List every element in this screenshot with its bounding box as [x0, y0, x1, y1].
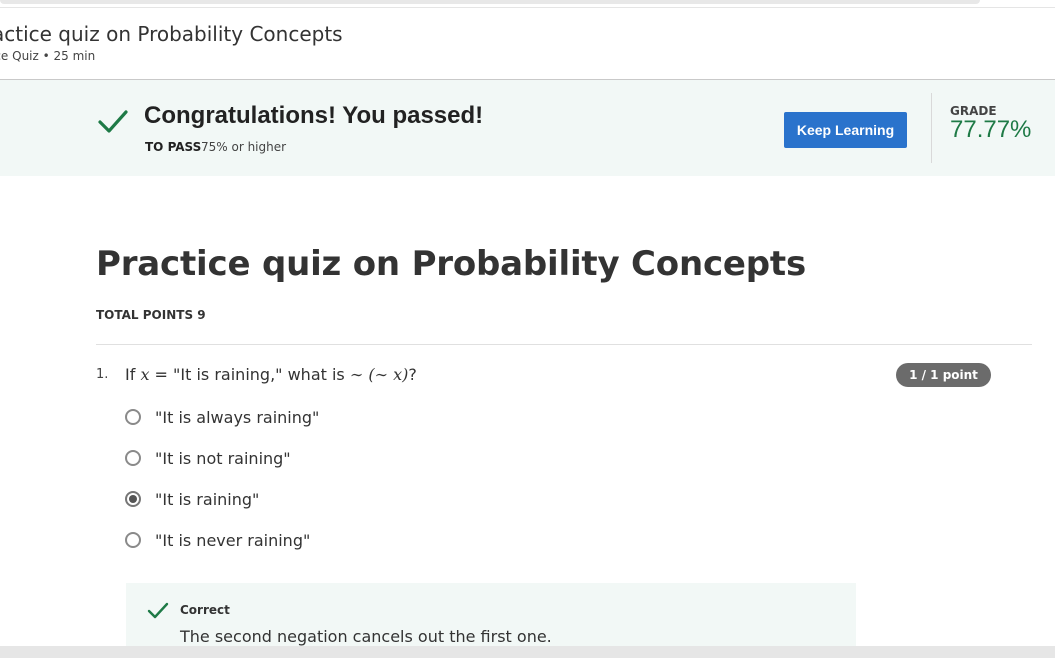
banner-title: Congratulations! You passed!: [144, 102, 484, 129]
question-text-suffix: ?: [408, 365, 417, 384]
horizontal-scrollbar[interactable]: [0, 646, 1055, 658]
points-badge: 1 / 1 point: [896, 363, 991, 387]
page-header: actice quiz on Probability Concepts ice …: [0, 8, 1055, 80]
radio-icon[interactable]: [125, 450, 141, 466]
answer-option-label: "It is not raining": [155, 449, 291, 468]
answer-option-label: "It is always raining": [155, 408, 320, 427]
answer-option-label: "It is raining": [155, 490, 260, 509]
radio-icon[interactable]: [125, 532, 141, 548]
radio-icon[interactable]: [125, 409, 141, 425]
question-text-mid: = "It is raining," what is: [149, 365, 350, 384]
feedback-label: Correct: [180, 603, 230, 617]
header-subtitle: ice Quiz • 25 min: [0, 49, 96, 63]
feedback-text: The second negation cancels out the firs…: [180, 627, 552, 646]
question-math-expr: ∼ (∼ x): [349, 365, 409, 384]
question-text-prefix: If: [125, 365, 141, 384]
total-points: TOTAL POINTS 9: [96, 308, 206, 322]
to-pass-value: 75% or higher: [201, 140, 287, 154]
quiz-title: Practice quiz on Probability Concepts: [96, 244, 807, 284]
radio-selected-icon[interactable]: [125, 491, 141, 507]
banner-divider: [931, 93, 932, 163]
keep-learning-button[interactable]: Keep Learning: [784, 112, 907, 148]
question-text: If x = "It is raining," what is ∼ (∼ x)?: [125, 365, 417, 384]
question-number: 1.: [96, 367, 109, 382]
grade-value: 77.77%: [950, 116, 1032, 143]
check-icon: [147, 602, 169, 619]
check-icon: [98, 110, 128, 133]
to-pass-label: TO PASS: [145, 140, 202, 154]
top-scroll-strip: [0, 0, 1055, 8]
header-title: actice quiz on Probability Concepts: [0, 22, 343, 46]
answer-option-label: "It is never raining": [155, 531, 311, 550]
divider: [96, 344, 1032, 345]
